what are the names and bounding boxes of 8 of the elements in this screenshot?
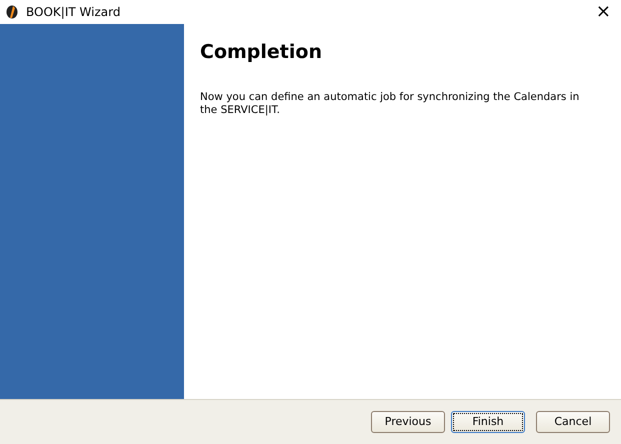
page-description: Now you can define an automatic job for synchronizing the Calendars in the SERVICE|IT. [200, 90, 580, 116]
wizard-button[interactable]: Finish [451, 411, 525, 433]
close-button[interactable]: × [596, 3, 611, 21]
window-title: BOOK|IT Wizard [26, 4, 120, 21]
page-heading: Completion [200, 40, 323, 65]
app-logo-icon [6, 5, 18, 19]
wizard-button[interactable]: Cancel [536, 411, 610, 433]
wizard-button[interactable]: Previous [371, 411, 445, 433]
